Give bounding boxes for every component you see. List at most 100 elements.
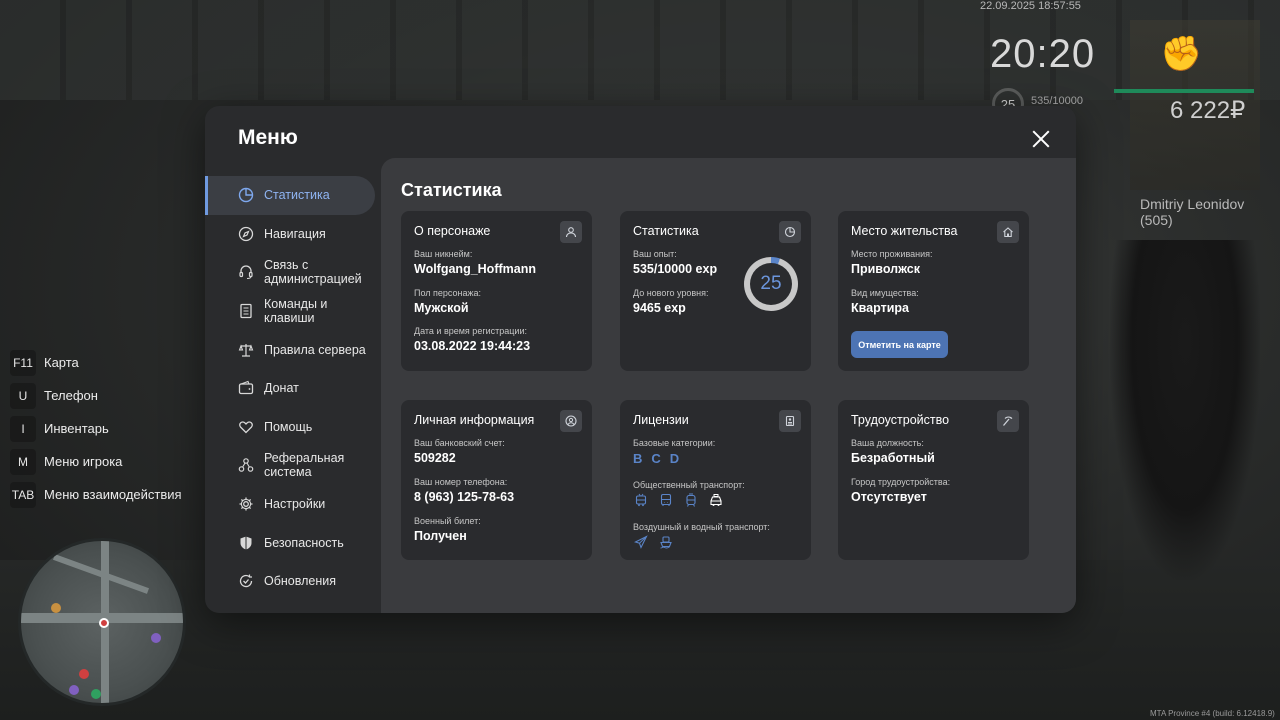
- exp-value: 535/10000 exp: [633, 262, 718, 276]
- panel-title: Статистика: [401, 180, 502, 200]
- sidebar-item-help[interactable]: Помощь: [205, 408, 381, 447]
- key-label: Карта: [44, 355, 79, 370]
- bank-value: 509282: [414, 451, 456, 465]
- pie-chart-icon: [779, 221, 801, 243]
- property-type-label: Вид имущества:: [851, 288, 919, 298]
- air-water-transport-label: Воздушный и водный транспорт:: [633, 522, 770, 532]
- level-progress-ring: 25: [744, 257, 798, 311]
- card-character: О персонаже Ваш никнейм: Wolfgang_Hoffma…: [401, 211, 592, 371]
- license-category-d: D: [669, 451, 680, 466]
- key-hint-interaction-menu: TAB Меню взаимодействия: [10, 478, 182, 511]
- minimap-marker: [91, 689, 101, 699]
- sidebar-item-label: Правила сервера: [264, 342, 366, 357]
- sidebar-item-navigation[interactable]: Навигация: [205, 215, 381, 254]
- scales-icon: [237, 341, 255, 359]
- card-residence: Место жительства Место проживания: Приво…: [838, 211, 1029, 371]
- next-level-value: 9465 exp: [633, 301, 686, 315]
- hud-health-bar: [1114, 89, 1254, 93]
- minimap-marker: [51, 603, 61, 613]
- sidebar-item-label: Безопасность: [264, 535, 344, 550]
- card-title: Статистика: [633, 224, 699, 238]
- property-type-value: Квартира: [851, 301, 909, 315]
- id-card-icon: [779, 410, 801, 432]
- heart-hands-icon: [237, 418, 255, 436]
- boat-icon: [658, 534, 673, 549]
- house-icon: [997, 221, 1019, 243]
- headset-icon: [237, 263, 255, 281]
- refresh-check-icon: [237, 572, 255, 590]
- sidebar-item-admin-contact[interactable]: Связь с администрацией: [205, 253, 381, 292]
- tram-icon: [683, 492, 698, 507]
- hud-money: 6 222₽: [1170, 97, 1246, 124]
- minimap-marker: [151, 633, 161, 643]
- position-value: Безработный: [851, 451, 935, 465]
- key-hint-player-menu: M Меню игрока: [10, 445, 182, 478]
- fist-icon: ✊: [1160, 35, 1203, 73]
- wallet-icon: [237, 379, 255, 397]
- employment-city-value: Отсутствует: [851, 490, 927, 504]
- military-value: Получен: [414, 529, 467, 543]
- bank-label: Ваш банковский счет:: [414, 438, 505, 448]
- residence-place-label: Место проживания:: [851, 249, 933, 259]
- card-stats: Статистика Ваш опыт: 535/10000 exp До но…: [620, 211, 811, 371]
- taxi-icon: [708, 492, 723, 507]
- stats-icon: [237, 186, 255, 204]
- mark-on-map-button[interactable]: Отметить на карте: [851, 331, 948, 358]
- key-label: Меню игрока: [44, 454, 123, 469]
- sidebar-item-label: Обновления: [264, 574, 336, 589]
- level-value: 25: [760, 273, 782, 294]
- sidebar-item-label: Команды и клавиши: [264, 297, 328, 326]
- sidebar-item-label: Статистика: [264, 188, 330, 203]
- card-title: Лицензии: [633, 413, 689, 427]
- position-label: Ваша должность:: [851, 438, 924, 448]
- basic-categories-label: Базовые категории:: [633, 438, 716, 448]
- minimap: [18, 538, 186, 706]
- registration-label: Дата и время регистрации:: [414, 326, 527, 336]
- minimap-player-marker: [99, 618, 109, 628]
- key-label: Инвентарь: [44, 421, 109, 436]
- close-button[interactable]: [1028, 126, 1054, 152]
- phone-label: Ваш номер телефона:: [414, 477, 508, 487]
- bus-icon: [658, 492, 673, 507]
- sidebar-item-donate[interactable]: Донат: [205, 369, 381, 408]
- sidebar-item-commands[interactable]: Команды и клавиши: [205, 292, 381, 331]
- user-icon: [560, 221, 582, 243]
- background-character: [1110, 240, 1260, 580]
- sidebar-item-label: Реферальная система: [264, 451, 345, 480]
- public-transport-icons: [633, 492, 723, 507]
- phone-value: 8 (963) 125-78-63: [414, 490, 515, 504]
- gender-value: Мужской: [414, 301, 469, 315]
- key-cap: I: [10, 415, 36, 442]
- sidebar-item-security[interactable]: Безопасность: [205, 523, 381, 562]
- sidebar-item-statistics[interactable]: Статистика: [205, 176, 375, 215]
- nickname-label: Ваш никнейм:: [414, 249, 473, 259]
- license-categories: B C D: [633, 451, 679, 466]
- key-label: Меню взаимодействия: [44, 487, 182, 502]
- version-text: MTA Province #4 (build: 6.12418.9): [1150, 709, 1275, 718]
- user-circle-icon: [560, 410, 582, 432]
- card-title: Трудоустройство: [851, 413, 950, 427]
- minimap-marker: [79, 669, 89, 679]
- menu-sidebar: Статистика Навигация Связь с администрац…: [205, 176, 381, 601]
- key-label: Телефон: [44, 388, 98, 403]
- sidebar-item-updates[interactable]: Обновления: [205, 562, 381, 601]
- sidebar-item-referral[interactable]: Реферальная система: [205, 446, 381, 485]
- menu-title: Меню: [238, 126, 298, 149]
- statistics-panel: Статистика О персонаже Ваш никнейм: Wolf…: [381, 158, 1076, 613]
- key-cap: M: [10, 448, 36, 475]
- gender-label: Пол персонажа:: [414, 288, 482, 298]
- airplane-icon: [633, 534, 648, 549]
- shield-icon: [237, 534, 255, 552]
- compass-icon: [237, 225, 255, 243]
- minimap-marker: [69, 685, 79, 695]
- sidebar-item-settings[interactable]: Настройки: [205, 485, 381, 524]
- key-cap: U: [10, 382, 36, 409]
- card-title: Место жительства: [851, 224, 958, 238]
- sidebar-item-rules[interactable]: Правила сервера: [205, 330, 381, 369]
- player-nametag: Dmitriy Leonidov (505): [1140, 196, 1245, 228]
- next-level-label: До нового уровня:: [633, 288, 709, 298]
- sidebar-item-label: Донат: [264, 381, 299, 396]
- key-hint-phone: U Телефон: [10, 379, 182, 412]
- key-cap: F11: [10, 349, 36, 376]
- sidebar-item-label: Навигация: [264, 226, 326, 241]
